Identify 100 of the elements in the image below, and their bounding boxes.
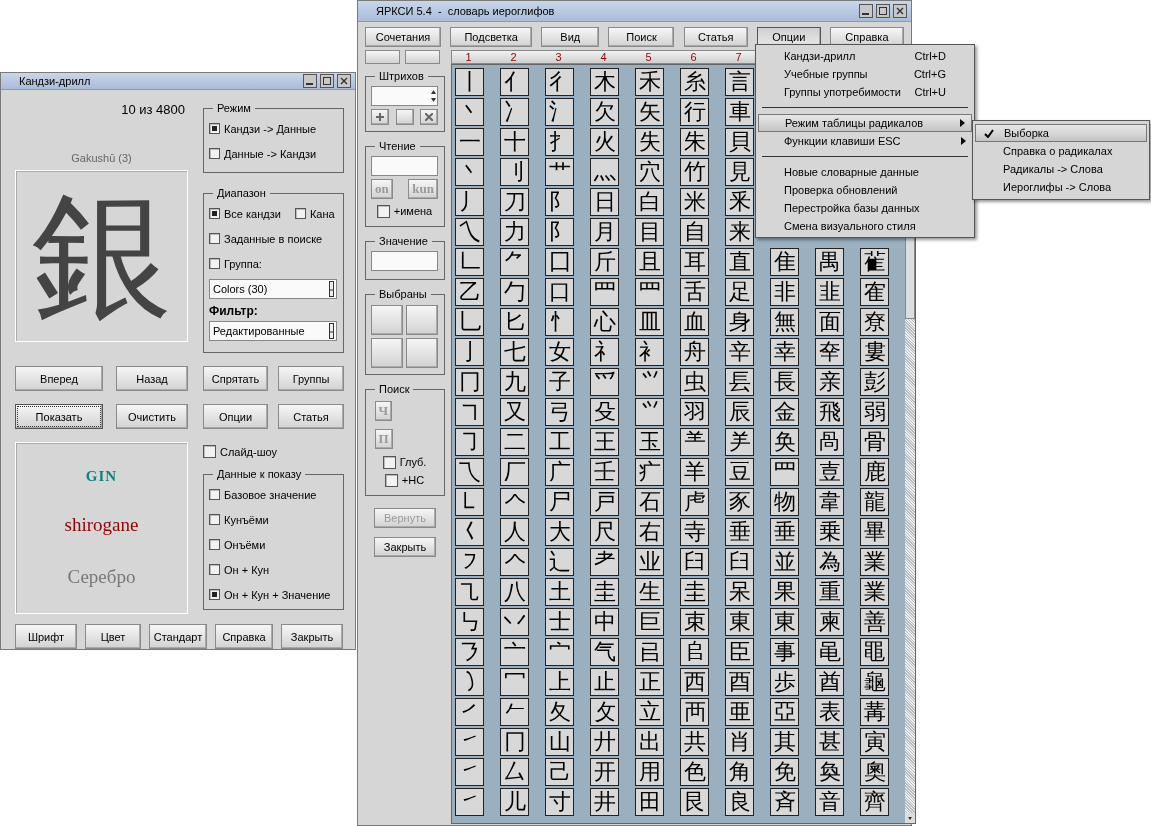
radical-cell[interactable]: 束 [680,608,709,636]
radical-cell[interactable]: 釆 [725,188,754,216]
radical-cell[interactable]: 土 [545,578,574,606]
radical-cell[interactable]: 皿 [635,308,664,336]
radical-cell[interactable]: 米 [680,188,709,216]
radical-cell[interactable]: 丿 [455,188,484,216]
toolbar-button[interactable]: Справка [829,27,904,47]
checkbox[interactable] [376,204,390,218]
radical-cell[interactable]: 舌 [680,278,709,306]
radical-cell[interactable]: 臼 [680,548,709,576]
radical-cell[interactable]: 一 [455,128,484,156]
radical-cell[interactable]: 虍 [680,488,709,516]
radical-cell[interactable]: ㇒ [455,698,484,726]
radical-cell[interactable]: 直 [725,248,754,276]
radical-cell[interactable]: 寅 [860,728,889,756]
radical-cell[interactable]: 圭 [590,578,619,606]
menu-item[interactable]: Иероглифы -> Слова [975,178,1147,196]
close-icon[interactable] [893,4,907,18]
radical-cell[interactable]: ㇄ [455,488,484,516]
radical-cell[interactable]: 肖 [725,728,754,756]
radical-cell[interactable]: 足 [725,278,754,306]
radical-cell[interactable]: 阝 [545,188,574,216]
radical-cell[interactable]: 丨 [455,68,484,96]
radical-cell[interactable]: 尸 [545,488,574,516]
radical-cell[interactable]: ⺍ [635,368,664,396]
radical-cell[interactable]: 血 [680,308,709,336]
radical-cell[interactable]: 己 [545,758,574,786]
radical-cell[interactable]: 鹿 [860,458,889,486]
radical-cell[interactable]: 乁 [455,458,484,486]
radical-cell[interactable]: 甚 [815,728,844,756]
radical-cell[interactable]: 歩 [770,668,799,696]
radical-cell[interactable]: 乙 [455,278,484,306]
radical-cell[interactable]: 𠆢 [500,488,529,516]
radical-cell[interactable]: 正 [635,668,664,696]
radical-cell[interactable]: 匕 [500,308,529,336]
radical-cell[interactable]: 色 [680,758,709,786]
radical-cell[interactable]: 車 [725,98,754,126]
drill-button[interactable]: Показать [15,404,103,429]
radical-cell[interactable]: 冂 [455,368,484,396]
menu-item[interactable]: Перестройка базы данных [758,199,972,217]
radical-cell[interactable]: 冂 [500,728,529,756]
radical-cell[interactable]: 雈 [860,248,889,276]
radical-cell[interactable]: 心 [590,308,619,336]
radical-cell[interactable]: 非 [770,278,799,306]
radio-button[interactable] [294,208,306,219]
radical-cell[interactable]: 黽 [860,638,889,666]
radical-cell[interactable]: 亠 [500,638,529,666]
radical-cell[interactable]: 罒 [590,278,619,306]
radio-button[interactable] [209,208,220,219]
reading-input[interactable] [371,156,438,176]
radical-cell[interactable]: 糸 [680,68,709,96]
radical-cell[interactable]: 生 [635,578,664,606]
radical-cell[interactable]: 木 [590,68,619,96]
radical-cell[interactable]: 㚔 [815,338,844,366]
radical-cell[interactable]: 奐 [815,758,844,786]
radical-cell[interactable]: 黾 [815,638,844,666]
drill-button[interactable]: Справка [215,624,273,649]
radical-cell[interactable]: 中 [590,608,619,636]
radical-cell[interactable]: 乚 [455,308,484,336]
radical-cell[interactable]: 二 [500,428,529,456]
radical-cell[interactable]: 力 [500,218,529,246]
radical-cell[interactable]: 阝 [545,218,574,246]
radio-button[interactable] [209,589,220,600]
radical-cell[interactable]: 重 [815,578,844,606]
radical-cell[interactable]: 東 [770,608,799,636]
radical-cell[interactable]: 斉 [770,788,799,816]
drill-button[interactable]: Цвет [85,624,141,649]
radio-button[interactable] [209,489,220,500]
radical-cell[interactable]: 為 [815,548,844,576]
radical-cell[interactable]: 韭 [815,278,844,306]
radical-cell[interactable]: 勹 [500,278,529,306]
radical-cell[interactable]: 臼 [725,548,754,576]
radical-cell[interactable]: 酉 [725,668,754,696]
radical-cell[interactable]: ㇀ [455,728,484,756]
radical-cell[interactable]: 行 [680,98,709,126]
drill-button[interactable]: Спрятать [203,366,268,391]
radical-cell[interactable]: 戸 [590,488,619,516]
radical-cell[interactable]: 罒 [635,278,664,306]
menu-item[interactable]: Справка о радикалах [975,142,1147,160]
radical-cell[interactable]: 立 [635,698,664,726]
filter-dropdown[interactable]: Редактированные [209,321,337,341]
radical-cell[interactable]: 又 [500,398,529,426]
radical-cell[interactable]: 乗 [815,518,844,546]
radical-cell[interactable]: 並 [770,548,799,576]
radical-cell[interactable]: ㇀ [455,788,484,816]
radical-cell[interactable]: 疒 [635,458,664,486]
minimize-icon[interactable] [303,74,317,88]
radical-cell[interactable]: 自 [680,218,709,246]
radical-cell[interactable]: 奧 [860,758,889,786]
radical-cell[interactable]: 八 [500,578,529,606]
radical-cell[interactable]: ㇕ [455,398,484,426]
radical-cell[interactable]: 王 [590,428,619,456]
radical-cell[interactable]: 穴 [635,158,664,186]
radical-cell[interactable]: 九 [500,368,529,396]
radical-cell[interactable]: 儿 [500,788,529,816]
radical-cell[interactable]: 礻 [590,338,619,366]
radical-cell[interactable]: 音 [815,788,844,816]
radical-cell[interactable]: 尞 [860,308,889,336]
radical-cell[interactable]: 貝 [725,128,754,156]
small-button[interactable] [405,50,440,64]
